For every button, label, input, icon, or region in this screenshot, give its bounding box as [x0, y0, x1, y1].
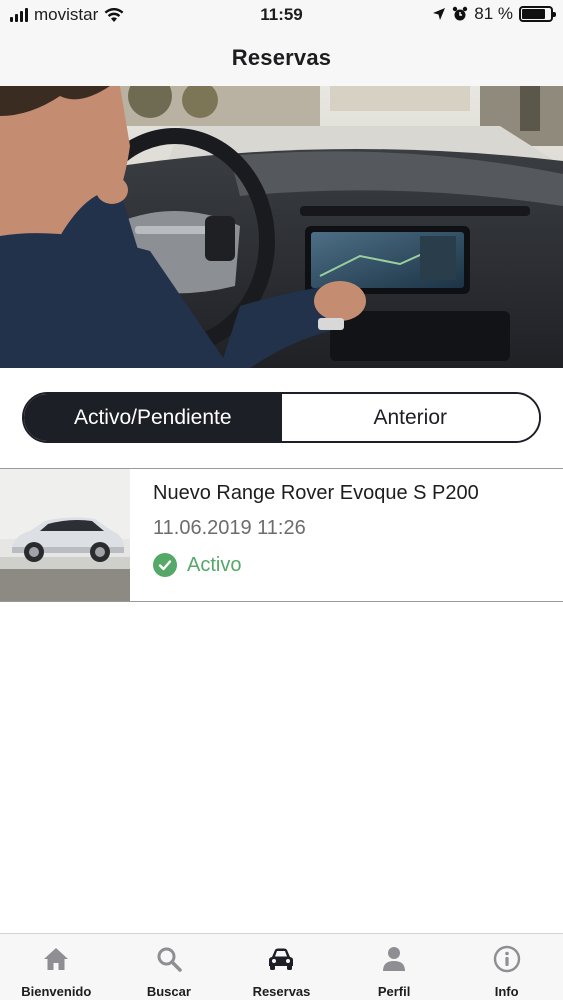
info-icon	[493, 945, 521, 973]
page-title: Reservas	[231, 45, 332, 70]
alarm-clock-icon	[453, 6, 468, 21]
person-icon	[382, 945, 406, 973]
check-circle-icon	[153, 553, 177, 577]
reservation-list-item[interactable]: Nuevo Range Rover Evoque S P200 11.06.20…	[0, 468, 563, 602]
status-bar: movistar 11:59 81 %	[0, 0, 563, 30]
tab-label: Bienvenido	[21, 984, 92, 999]
tab-perfil[interactable]: Perfil	[338, 934, 451, 1000]
battery-icon	[519, 6, 556, 22]
reservation-filter-segmented-control: Activo/Pendiente Anterior	[22, 392, 541, 443]
segment-active-pending[interactable]: Activo/Pendiente	[24, 394, 282, 441]
vehicle-name: Nuevo Range Rover Evoque S P200	[153, 482, 479, 504]
status-badge: Activo	[153, 553, 479, 577]
reservation-details: Nuevo Range Rover Evoque S P200 11.06.20…	[130, 469, 479, 601]
tab-buscar[interactable]: Buscar	[113, 934, 226, 1000]
status-right: 81 %	[432, 4, 556, 24]
home-icon	[43, 945, 69, 973]
tab-label: Buscar	[146, 984, 191, 999]
battery-fill	[522, 9, 545, 19]
battery-percent: 81 %	[474, 4, 513, 23]
tab-label: Reservas	[252, 984, 311, 999]
tab-bienvenido[interactable]: Bienvenido	[0, 934, 113, 1000]
navigation-bar: Reservas	[0, 30, 563, 86]
car-icon	[267, 945, 295, 973]
tab-label: Info	[494, 984, 519, 999]
search-icon	[156, 945, 182, 973]
tab-bar: Bienvenido Buscar Reservas Perfil Info	[0, 933, 563, 1000]
reservation-date: 11.06.2019 11:26	[153, 517, 306, 539]
location-arrow-icon	[433, 8, 446, 20]
tab-info[interactable]: Info	[450, 934, 563, 1000]
segment-past[interactable]: Anterior	[281, 394, 539, 441]
hero-image	[0, 86, 563, 368]
status-label: Activo	[187, 553, 242, 576]
vehicle-thumbnail	[0, 469, 130, 601]
tab-label: Perfil	[377, 984, 411, 999]
tab-reservas[interactable]: Reservas	[225, 934, 338, 1000]
